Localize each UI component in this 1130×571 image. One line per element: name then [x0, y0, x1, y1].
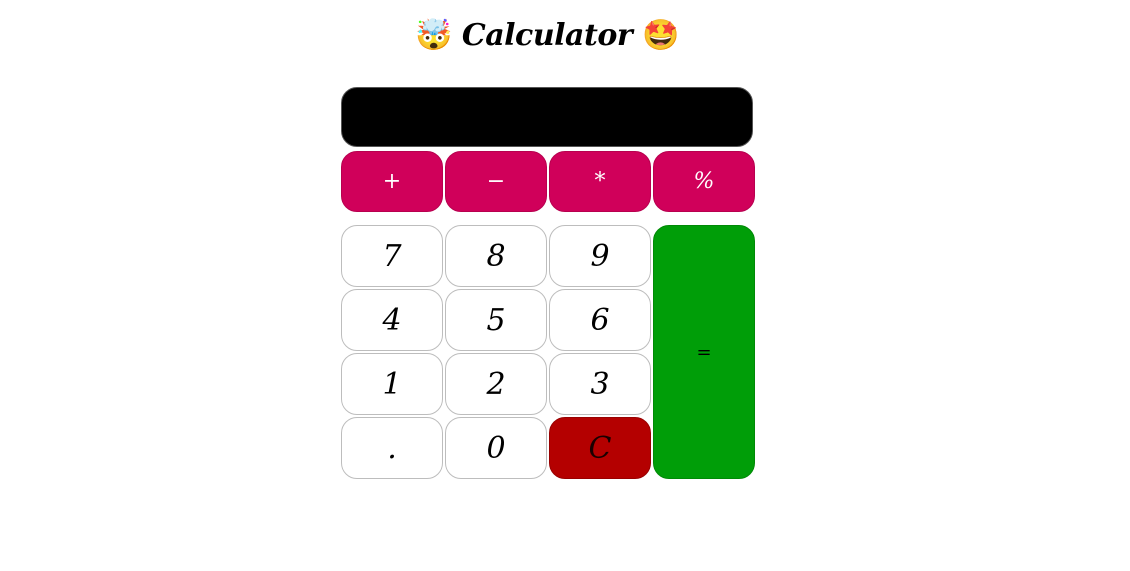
- star-eyes-emoji-icon: 🤩: [642, 18, 679, 53]
- key-9-button[interactable]: 9: [549, 225, 651, 287]
- key-4-button[interactable]: 4: [341, 289, 443, 351]
- percent-button[interactable]: %: [653, 151, 755, 212]
- calculator-display: [341, 87, 753, 147]
- key-8-button[interactable]: 8: [445, 225, 547, 287]
- clear-button[interactable]: C: [549, 417, 651, 479]
- add-button[interactable]: +: [341, 151, 443, 212]
- multiply-button[interactable]: *: [549, 151, 651, 212]
- key-1-button[interactable]: 1: [341, 353, 443, 415]
- key-6-button[interactable]: 6: [549, 289, 651, 351]
- decimal-button[interactable]: .: [341, 417, 443, 479]
- equals-button[interactable]: =: [653, 225, 755, 479]
- key-2-button[interactable]: 2: [445, 353, 547, 415]
- page-title: 🤯 Calculator 🤩: [0, 18, 1094, 53]
- subtract-button[interactable]: −: [445, 151, 547, 212]
- key-0-button[interactable]: 0: [445, 417, 547, 479]
- key-7-button[interactable]: 7: [341, 225, 443, 287]
- mind-blown-emoji-icon: 🤯: [415, 18, 452, 53]
- key-3-button[interactable]: 3: [549, 353, 651, 415]
- key-5-button[interactable]: 5: [445, 289, 547, 351]
- title-text: Calculator: [461, 18, 633, 53]
